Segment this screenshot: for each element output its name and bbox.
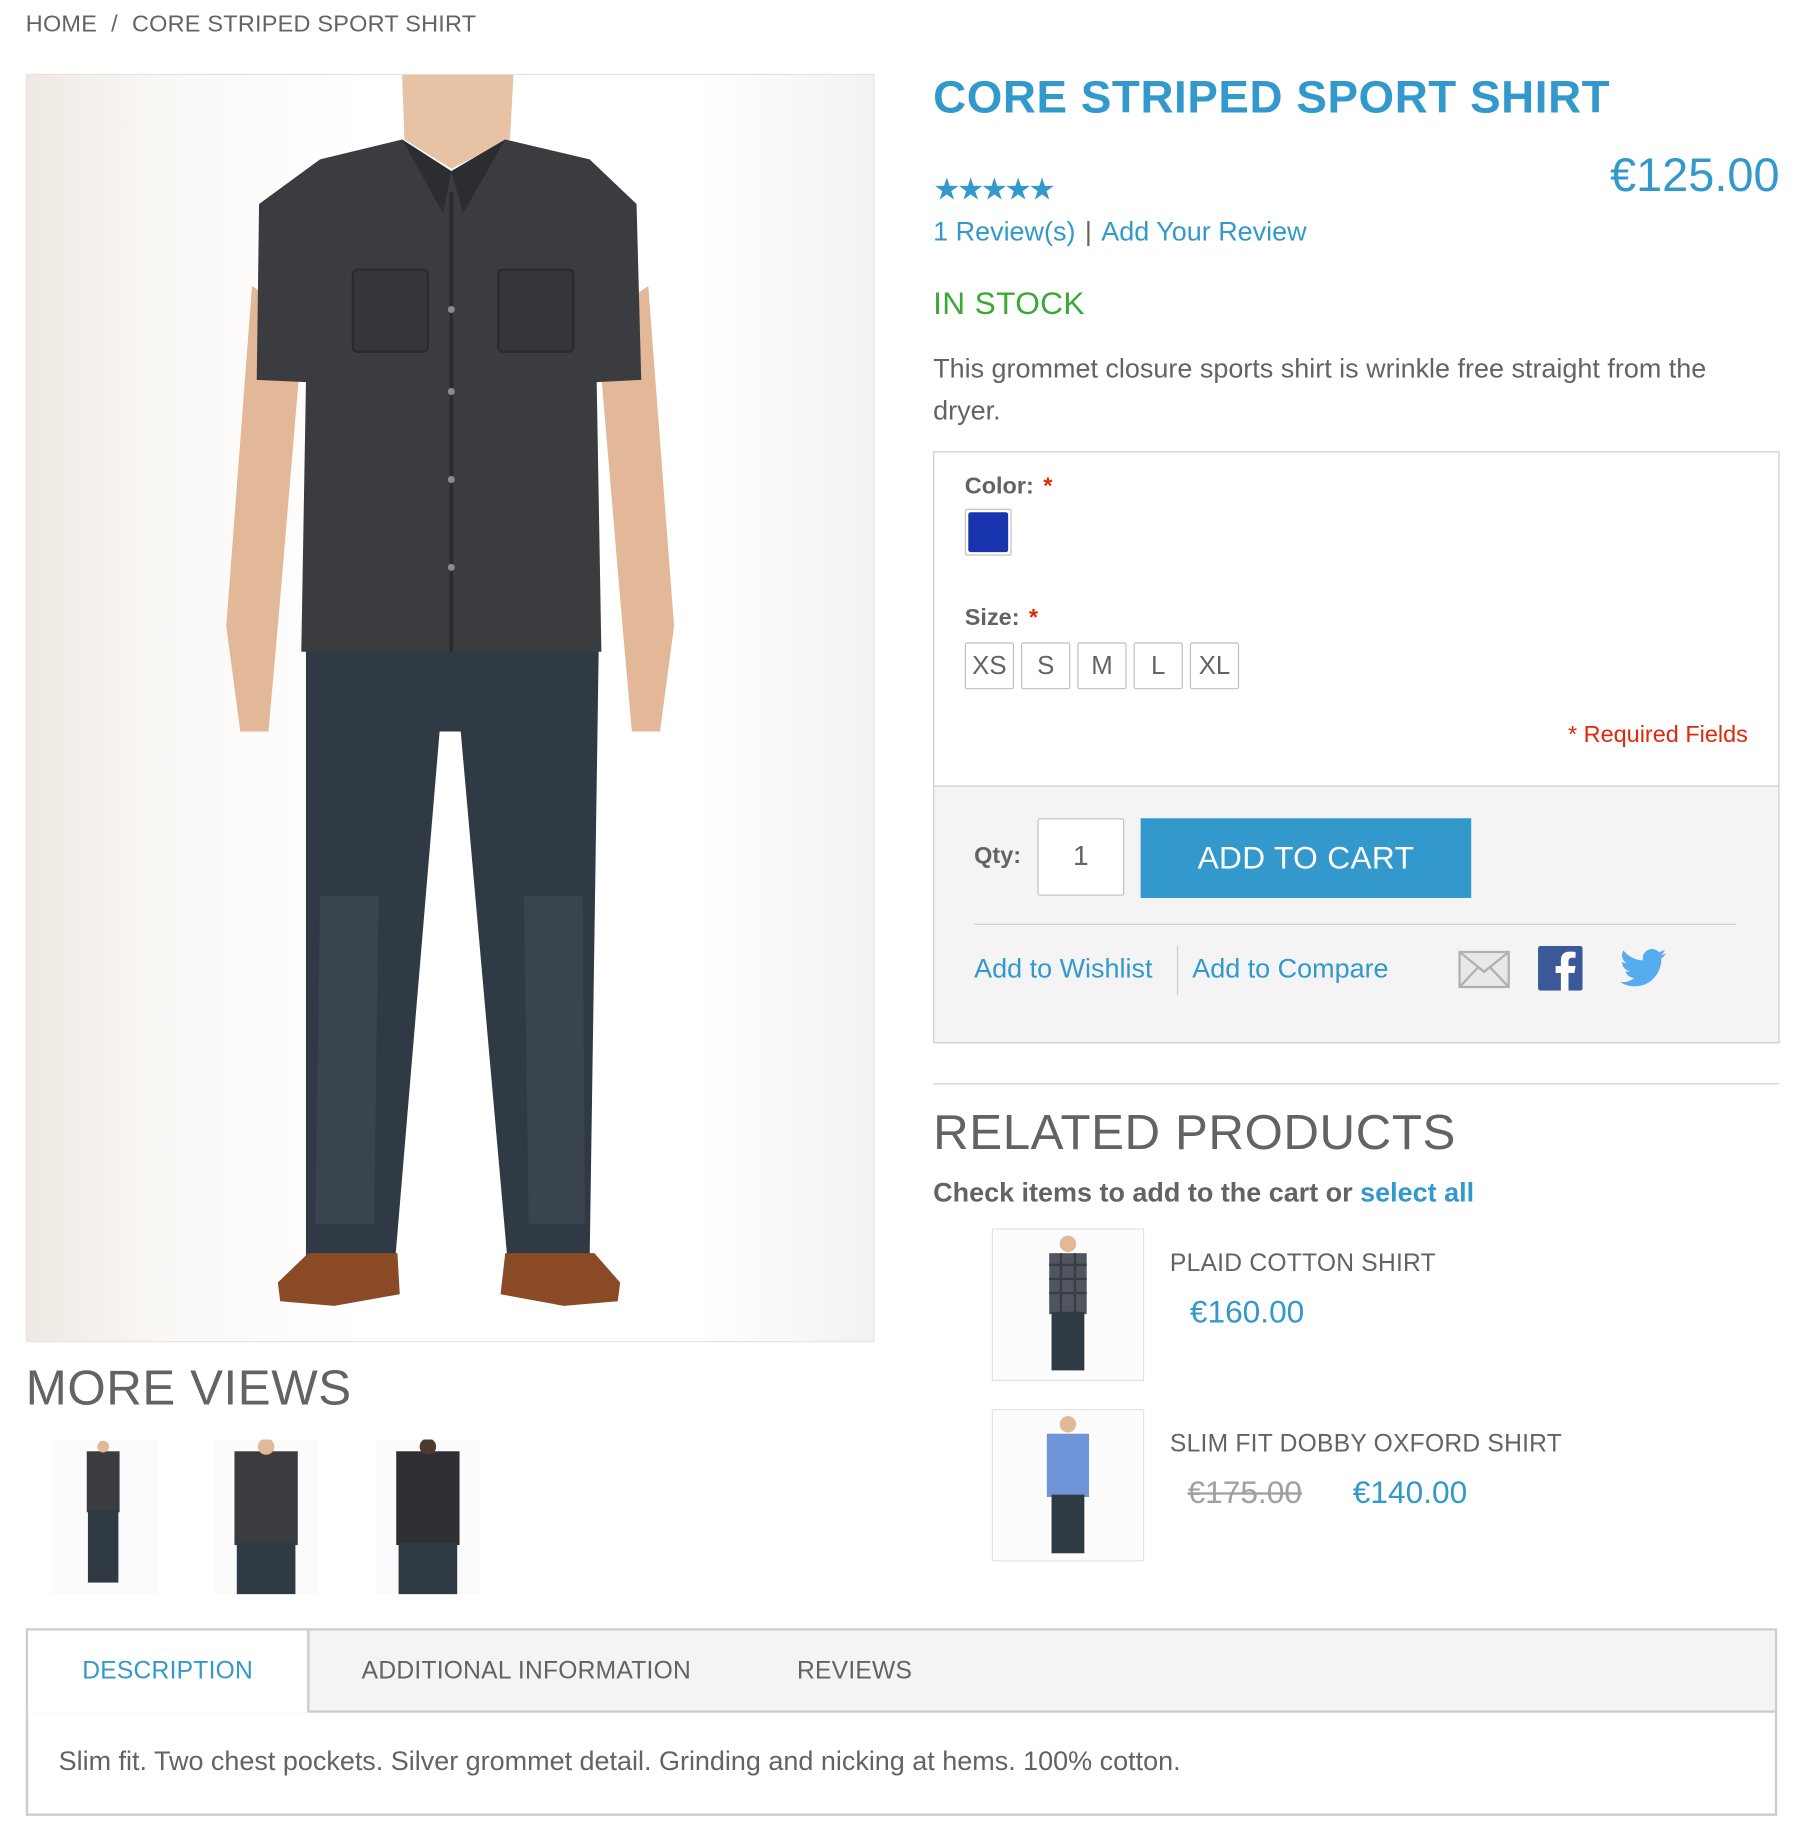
color-label-text: Color: xyxy=(964,473,1034,500)
thumbnail-closeup-image xyxy=(234,1438,298,1595)
product-options: Color: * Size: * XS S M L XL * Required Fi… xyxy=(933,451,1780,786)
links-divider xyxy=(1176,946,1179,996)
size-swatch-xs[interactable]: XS xyxy=(964,642,1015,690)
breadcrumb: HOME / CORE STRIPED SPORT SHIRT xyxy=(26,12,477,39)
color-swatch-fill xyxy=(968,512,1009,553)
more-views-thumbnail[interactable] xyxy=(51,1439,158,1595)
product-title: CORE STRIPED SPORT SHIRT xyxy=(933,72,1611,124)
size-label: Size: * xyxy=(965,605,1038,632)
size-swatch-m[interactable]: M xyxy=(1077,642,1127,690)
breadcrumb-current: CORE STRIPED SPORT SHIRT xyxy=(131,11,477,38)
related-divider xyxy=(933,1083,1780,1085)
tab-description[interactable]: DESCRIPTION xyxy=(28,1630,310,1713)
add-review-link[interactable]: Add Your Review xyxy=(1101,216,1306,246)
more-views-title: MORE VIEWS xyxy=(25,1359,352,1415)
review-separator: | xyxy=(1084,215,1092,247)
cart-divider xyxy=(974,923,1737,925)
breadcrumb-separator: / xyxy=(111,11,118,38)
related-product-name[interactable]: PLAID COTTON SHIRT xyxy=(1170,1250,1436,1278)
add-to-cart-button[interactable]: ADD TO CART xyxy=(1140,818,1472,898)
related-product-image[interactable] xyxy=(991,1228,1145,1381)
add-to-wishlist-link[interactable]: Add to Wishlist xyxy=(974,953,1152,985)
product-tabs: DESCRIPTION ADDITIONAL INFORMATION REVIE… xyxy=(25,1628,1778,1816)
add-to-cart-box: Qty: ADD TO CART Add to Wishlist Add to … xyxy=(933,785,1780,1044)
thumbnail-front-image xyxy=(86,1440,120,1583)
thumbnail-back-image xyxy=(396,1438,460,1595)
tab-content-description: Slim fit. Two chest pockets. Silver grom… xyxy=(58,1745,1181,1777)
required-star: * xyxy=(1043,473,1053,500)
breadcrumb-home-link[interactable]: HOME xyxy=(26,12,97,38)
color-swatch-blue[interactable] xyxy=(964,508,1012,556)
tab-reviews[interactable]: REVIEWS xyxy=(778,1631,930,1713)
reviews-count-link[interactable]: 1 Review(s) xyxy=(933,216,1075,246)
review-links: 1 Review(s) | Add Your Review xyxy=(933,216,1306,248)
rating-stars: ★★★★★ xyxy=(933,171,1056,207)
stock-status: IN STOCK xyxy=(933,286,1085,322)
qty-label: Qty: xyxy=(974,842,1022,869)
main-product-image[interactable] xyxy=(25,73,875,1343)
required-star: * xyxy=(1028,604,1039,631)
color-label: Color: * xyxy=(965,474,1053,501)
related-check-text: Check items to add to the cart or select… xyxy=(933,1177,1474,1209)
related-product-old-price: €175.00 xyxy=(1187,1474,1302,1510)
more-views-thumbnail[interactable] xyxy=(375,1438,481,1595)
twitter-icon[interactable] xyxy=(1620,948,1667,994)
required-fields-note: * Required Fields xyxy=(1568,722,1748,748)
size-swatch-xl[interactable]: XL xyxy=(1189,642,1240,690)
plaid-shirt-image xyxy=(1049,1235,1087,1371)
email-icon[interactable] xyxy=(1458,950,1510,994)
short-description: This grommet closure sports shirt is wri… xyxy=(933,352,1707,426)
tab-additional-information[interactable]: ADDITIONAL INFORMATION xyxy=(333,1631,720,1713)
select-all-link[interactable]: select all xyxy=(1360,1177,1474,1207)
related-product-price: €160.00 xyxy=(1189,1294,1305,1330)
related-instruction: Check items to add to the cart or xyxy=(933,1176,1353,1208)
more-views-thumbnail[interactable] xyxy=(213,1438,319,1595)
related-product-special-price: €140.00 xyxy=(1352,1474,1468,1510)
related-products-title: RELATED PRODUCTS xyxy=(933,1104,1456,1160)
qty-input[interactable] xyxy=(1037,818,1125,896)
add-to-compare-link[interactable]: Add to Compare xyxy=(1192,953,1388,985)
facebook-icon[interactable] xyxy=(1538,946,1583,996)
oxford-shirt-image xyxy=(1046,1416,1090,1554)
size-swatch-l[interactable]: L xyxy=(1133,642,1183,690)
size-label-text: Size: xyxy=(964,604,1020,631)
related-product-image[interactable] xyxy=(991,1409,1145,1562)
size-swatch-s[interactable]: S xyxy=(1021,642,1071,690)
related-product-name[interactable]: SLIM FIT DOBBY OXFORD SHIRT xyxy=(1170,1430,1562,1458)
model-wearing-shirt-illustration xyxy=(226,75,675,1306)
product-price: €125.00 xyxy=(1610,150,1780,202)
